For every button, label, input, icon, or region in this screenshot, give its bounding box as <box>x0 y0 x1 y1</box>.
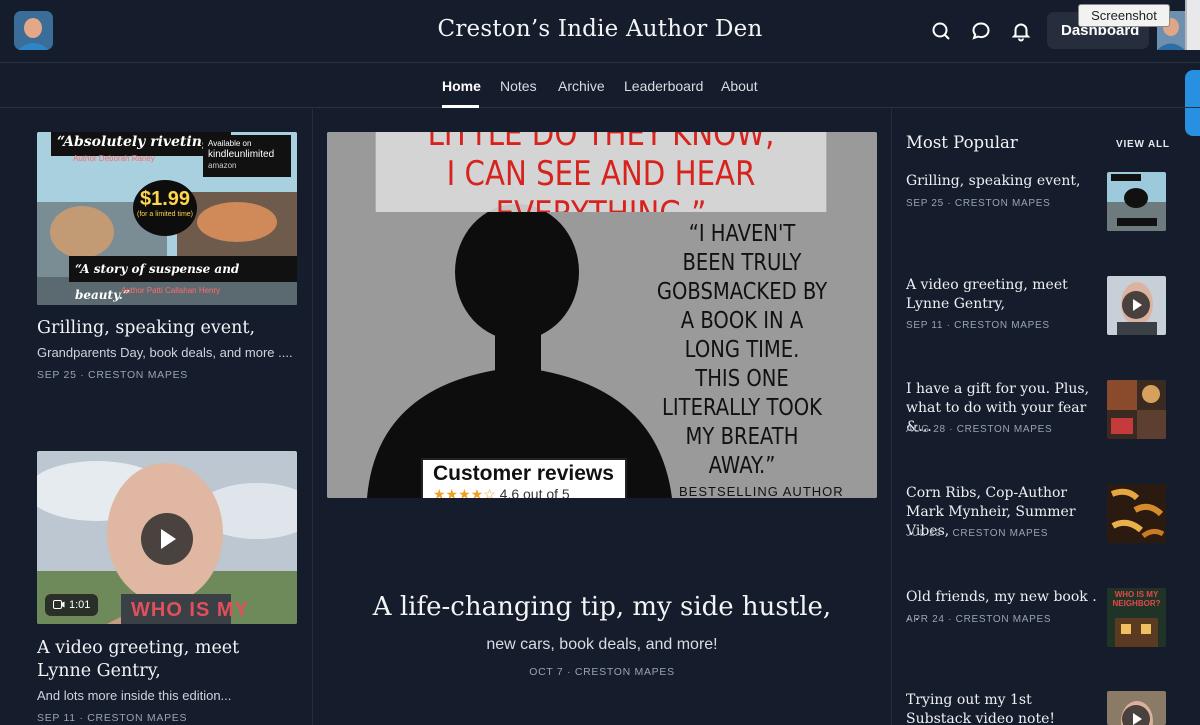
popular-item-meta: JUL 23 · CRESTON MAPES <box>906 528 1049 539</box>
popular-item-title[interactable]: Grilling, speaking event, <box>906 172 1100 191</box>
nav-about[interactable]: About <box>721 78 758 94</box>
view-all-link[interactable]: VIEW ALL <box>1116 139 1170 150</box>
popular-item-meta: AUG 28 · CRESTON MAPES <box>906 424 1053 435</box>
customer-reviews-box: Customer reviews ★★★★☆ 4.6 out of 5 <box>421 458 627 498</box>
column-divider <box>312 109 313 725</box>
nav-notes[interactable]: Notes <box>500 78 537 94</box>
post-title[interactable]: Grilling, speaking event, <box>37 317 297 340</box>
post-subtitle: Grandparents Day, book deals, and more .… <box>37 345 293 360</box>
column-divider <box>891 109 892 725</box>
thumbnail-text: WHO IS MY NEIGHBOR? <box>1112 590 1161 608</box>
popular-item-title[interactable]: A video greeting, meet Lynne Gentry, <box>906 276 1100 314</box>
post-meta: SEP 11 · CRESTON MAPES <box>37 712 188 724</box>
popular-item-meta: APR 24 · CRESTON MAPES <box>906 614 1052 625</box>
chat-icon[interactable] <box>969 19 993 43</box>
popular-item-thumbnail[interactable]: WHO IS MY NEIGHBOR? <box>1107 588 1166 647</box>
featured-image-quote: “I HAVEN'T BEEN TRULY GOBSMACKED BY A BO… <box>656 221 828 479</box>
play-icon[interactable] <box>1122 705 1150 725</box>
popular-item-meta: SEP 25 · CRESTON MAPES <box>906 198 1051 209</box>
play-icon[interactable] <box>1122 291 1150 319</box>
play-icon[interactable] <box>141 513 193 565</box>
featured-title[interactable]: A life-changing tip, my side hustle, <box>327 592 877 622</box>
bell-icon[interactable] <box>1009 19 1033 43</box>
quote-bottom-author: Author Patti Callahan Henry <box>121 286 221 295</box>
popular-item-meta: SEP 11 · CRESTON MAPES <box>906 320 1050 331</box>
featured-image-headline: LITTLE DO THEY KNOW, I CAN SEE AND HEAR … <box>375 132 827 212</box>
nav-active-indicator <box>442 105 479 108</box>
post-image-grilling[interactable]: “Absolutely riveting.” Author Deborah Ra… <box>37 132 297 305</box>
price-badge: $1.99 (for a limited time) <box>133 180 197 236</box>
site-header: Creston’s Indie Author Den Dashboard Scr… <box>0 0 1200 136</box>
popular-item-thumbnail[interactable] <box>1107 691 1166 725</box>
post-video-thumbnail[interactable]: WHO IS MY 1:01 <box>37 451 297 624</box>
nav-home[interactable]: Home <box>442 78 481 94</box>
featured-image[interactable]: LITTLE DO THEY KNOW, I CAN SEE AND HEAR … <box>327 132 877 498</box>
most-popular-heading: Most Popular <box>906 133 1018 152</box>
post-subtitle: And lots more inside this edition... <box>37 688 232 703</box>
popular-item-thumbnail[interactable] <box>1107 172 1166 231</box>
nav-leaderboard[interactable]: Leaderboard <box>624 78 703 94</box>
quote-top-author: Author Deborah Raney <box>73 154 155 163</box>
video-banner-text: WHO IS MY <box>131 599 249 621</box>
post-title[interactable]: A video greeting, meet Lynne Gentry, <box>37 637 297 683</box>
post-meta: SEP 25 · CRESTON MAPES <box>37 369 188 381</box>
kindle-badge: Available on kindleunlimited amazon <box>203 135 291 177</box>
popular-item-thumbnail[interactable] <box>1107 484 1166 543</box>
featured-image-byline: BESTSELLING AUTHOR <box>679 484 844 498</box>
video-camera-icon <box>53 600 65 609</box>
main-nav: Home Notes Archive Leaderboard About <box>0 64 1200 108</box>
side-panel-edge <box>1185 0 1200 50</box>
popular-item-thumbnail[interactable] <box>1107 380 1166 439</box>
quote-bottom: “A story of suspense and beauty.” <box>69 256 297 302</box>
popular-item-thumbnail[interactable] <box>1107 276 1166 335</box>
popular-item-title[interactable]: Trying out my 1st Substack video note! <box>906 691 1100 725</box>
search-icon[interactable] <box>929 19 953 43</box>
video-duration: 1:01 <box>45 594 99 616</box>
screenshot-tooltip: Screenshot <box>1078 4 1170 27</box>
featured-subtitle: new cars, book deals, and more! <box>486 636 718 653</box>
featured-meta: OCT 7 · CRESTON MAPES <box>529 666 675 678</box>
nav-archive[interactable]: Archive <box>558 78 605 94</box>
